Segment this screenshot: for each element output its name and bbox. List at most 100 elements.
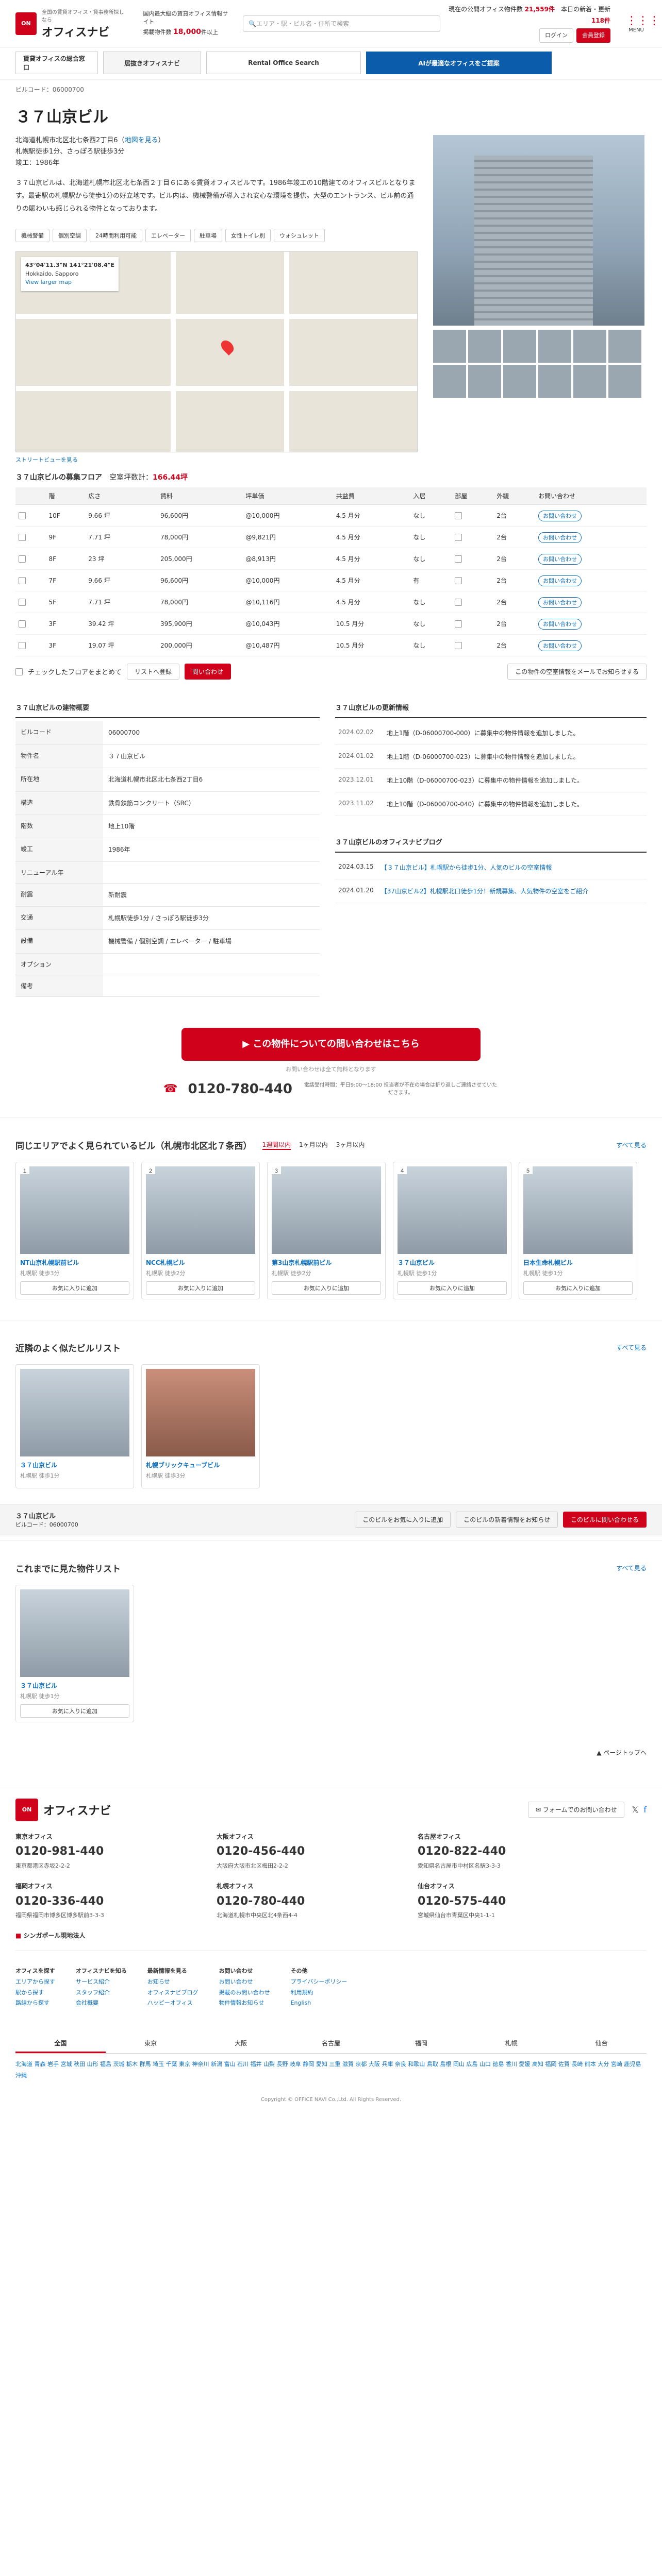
room-checkbox[interactable] — [455, 642, 462, 650]
area-tab[interactable]: 札幌 — [466, 2035, 556, 2053]
blog-row[interactable]: 2024.01.20 【37山京ビル2】札幌駅北口徒歩1分！新規募集、人気物件の空… — [335, 879, 647, 904]
footer-link[interactable]: 会社概要 — [76, 1998, 127, 2009]
tab-3month[interactable]: 3ヶ月以内 — [336, 1140, 365, 1150]
room-checkbox[interactable] — [455, 534, 462, 541]
logo[interactable]: ON 全国の賃貸オフィス・貸事務所探しなら オフィスナビ — [15, 8, 127, 40]
map-link[interactable]: 地図を見る — [125, 137, 158, 144]
inquiry-cta-button[interactable]: ▶ この物件についての問い合わせはこちら — [181, 1027, 481, 1061]
map-larger-link[interactable]: View larger map — [25, 278, 114, 287]
room-checkbox[interactable] — [455, 620, 462, 628]
room-checkbox[interactable] — [455, 577, 462, 585]
inquire-row-button[interactable]: お問い合わせ — [538, 510, 582, 521]
see-all-link[interactable]: すべて見る — [616, 1141, 647, 1149]
footer-link[interactable]: サービス紹介 — [76, 1977, 127, 1988]
banner-2[interactable]: 居抜きオフィスナビ — [103, 52, 201, 74]
footer-link[interactable]: お問い合わせ — [219, 1977, 270, 1988]
row-checkbox[interactable] — [19, 534, 26, 541]
thumbnail[interactable] — [433, 330, 466, 363]
footer-link[interactable]: English — [291, 1998, 347, 2009]
favorite-button[interactable]: お気に入りに追加 — [523, 1281, 633, 1295]
room-checkbox[interactable] — [455, 599, 462, 606]
favorite-button[interactable]: お気に入りに追加 — [272, 1281, 381, 1295]
footer-link[interactable]: スタッフ紹介 — [76, 1988, 127, 1998]
thumbnail[interactable] — [433, 365, 466, 398]
building-card[interactable]: ２ NCC札幌ビル 札幌駅 徒歩2分 お気に入りに追加 — [141, 1161, 260, 1299]
inquire-row-button[interactable]: お問い合わせ — [538, 640, 582, 651]
building-card[interactable]: ３ 第3山京札幌駅前ビル 札幌駅 徒歩2分 お気に入りに追加 — [267, 1161, 386, 1299]
building-card[interactable]: ４ ３７山京ビル 札幌駅 徒歩1分 お気に入りに追加 — [393, 1161, 511, 1299]
blog-row[interactable]: 2024.03.15 【３７山京ビル】札幌駅から徒歩1分、人気のビルの空室情報 — [335, 856, 647, 880]
register-button[interactable]: 会員登録 — [576, 28, 610, 43]
footer-link[interactable]: ハッピーオフィス — [147, 1998, 198, 2009]
building-card[interactable]: ３７山京ビル 札幌駅 徒歩1分 — [15, 1364, 134, 1488]
thumbnail[interactable] — [468, 330, 501, 363]
office-phone[interactable]: 0120-336-440 — [15, 1892, 191, 1911]
office-phone[interactable]: 0120-780-440 — [217, 1892, 392, 1911]
notify-button[interactable]: このビルの新着情報をお知らせ — [456, 1511, 558, 1528]
thumbnail[interactable] — [573, 330, 606, 363]
row-checkbox[interactable] — [19, 512, 26, 520]
menu-button[interactable]: ⋮⋮⋮ MENU — [626, 14, 660, 33]
thumbnail[interactable] — [503, 330, 536, 363]
area-tab[interactable]: 名古屋 — [286, 2035, 376, 2053]
row-checkbox[interactable] — [19, 577, 26, 585]
footer-form-button[interactable]: ✉ フォームでのお問い合わせ — [527, 1802, 625, 1818]
inquire-button[interactable]: 問い合わせ — [185, 664, 231, 680]
row-checkbox[interactable] — [19, 599, 26, 606]
building-card[interactable]: 札幌ブリックキューブビル 札幌駅 徒歩3分 — [141, 1364, 260, 1488]
x-icon[interactable]: 𝕏 — [632, 1805, 638, 1815]
phone-number[interactable]: 0120-780-440 — [188, 1081, 292, 1097]
inquire-row-button[interactable]: お問い合わせ — [538, 618, 582, 630]
select-all-checkbox[interactable] — [15, 668, 23, 675]
favorite-button[interactable]: お気に入りに追加 — [20, 1704, 129, 1718]
banner-4[interactable]: AIが最適なオフィスをご提案 — [366, 52, 552, 74]
blog-link[interactable]: 【37山京ビル2】札幌駅北口徒歩1分！新規募集、人気物件の空室をご紹介 — [381, 887, 589, 895]
favorite-button[interactable]: お気に入りに追加 — [398, 1281, 507, 1295]
add-list-button[interactable]: リストへ登録 — [127, 664, 180, 680]
streetview-link[interactable]: ストリートビューを見る — [15, 452, 418, 467]
inquire-row-button[interactable]: お問い合わせ — [538, 597, 582, 608]
area-tab[interactable]: 大阪 — [196, 2035, 286, 2053]
area-tab[interactable]: 東京 — [106, 2035, 196, 2053]
thumbnail[interactable] — [608, 330, 641, 363]
thumbnail[interactable] — [608, 365, 641, 398]
footer-link[interactable]: 駅から探す — [15, 1988, 55, 1998]
area-tab[interactable]: 仙台 — [556, 2035, 647, 2053]
main-photo[interactable] — [433, 135, 644, 326]
thumbnail[interactable] — [573, 365, 606, 398]
inquire-row-button[interactable]: お問い合わせ — [538, 553, 582, 565]
favorite-button[interactable]: このビルをお気に入りに追加 — [355, 1511, 451, 1528]
map[interactable]: 43°04'11.3"N 141°21'08.4"E Hokkaido, Sapp… — [15, 251, 418, 453]
search-input[interactable]: 🔍 エリア・駅・ビル名・住所で検索 — [243, 15, 440, 32]
room-checkbox[interactable] — [455, 512, 462, 520]
area-tab[interactable]: 全国 — [15, 2035, 106, 2054]
inquire-row-button[interactable]: お問い合わせ — [538, 532, 582, 543]
tab-1month[interactable]: 1ヶ月以内 — [299, 1140, 328, 1150]
see-all-link[interactable]: すべて見る — [616, 1343, 647, 1352]
building-card[interactable]: １ NT山京札幌駅前ビル 札幌駅 徒歩3分 お気に入りに追加 — [15, 1161, 134, 1299]
office-phone[interactable]: 0120-456-440 — [217, 1842, 392, 1861]
building-card[interactable]: ３７山京ビル 札幌駅 徒歩1分 お気に入りに追加 — [15, 1584, 134, 1722]
favorite-button[interactable]: お気に入りに追加 — [20, 1281, 129, 1295]
footer-link[interactable]: 物件情報お知らせ — [219, 1998, 270, 2009]
footer-link[interactable]: お知らせ — [147, 1977, 198, 1988]
footer-link[interactable]: 利用規約 — [291, 1988, 347, 1998]
pagetop[interactable]: ▲ ページトップへ — [0, 1727, 662, 1757]
favorite-button[interactable]: お気に入りに追加 — [146, 1281, 255, 1295]
row-checkbox[interactable] — [19, 642, 26, 650]
banner-1[interactable]: 賃貸オフィスの総合窓口 — [15, 52, 98, 74]
blog-link[interactable]: 【３７山京ビル】札幌駅から徒歩1分、人気のビルの空室情報 — [381, 863, 552, 872]
building-card[interactable]: ５ 日本生命札幌ビル 札幌駅 徒歩1分 お気に入りに追加 — [519, 1161, 637, 1299]
thumbnail[interactable] — [538, 330, 571, 363]
footer-link[interactable]: 路線から探す — [15, 1998, 55, 2009]
thumbnail[interactable] — [503, 365, 536, 398]
tab-1week[interactable]: 1週間以内 — [262, 1140, 291, 1150]
footer-link[interactable]: エリアから探す — [15, 1977, 55, 1988]
footer-logo[interactable]: ON オフィスナビ — [15, 1798, 111, 1821]
thumbnail[interactable] — [538, 365, 571, 398]
footer-link[interactable]: オフィスナビブログ — [147, 1988, 198, 1998]
footer-link[interactable]: プライバシーポリシー — [291, 1977, 347, 1988]
office-phone[interactable]: 0120-981-440 — [15, 1842, 191, 1861]
see-all-link[interactable]: すべて見る — [616, 1564, 647, 1572]
email-alert-button[interactable]: この物件の空室情報をメールでお知らせする — [507, 664, 647, 680]
